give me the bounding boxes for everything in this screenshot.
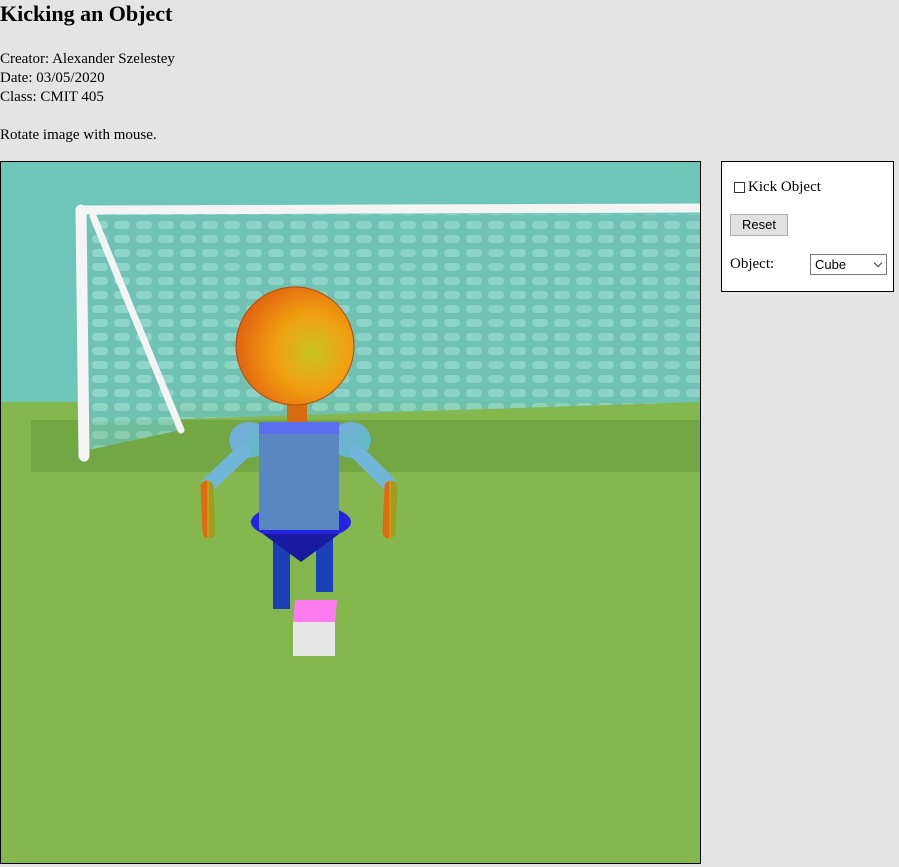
- instruction-text: Rotate image with mouse.: [0, 127, 157, 143]
- kick-object-label[interactable]: Kick Object: [748, 179, 821, 196]
- chevron-down-icon: [873, 258, 883, 268]
- robot-torso: [259, 422, 339, 530]
- object-label: Object:: [730, 256, 775, 272]
- date-text: Date: 03/05/2020: [0, 70, 105, 86]
- page-title: Kicking an Object: [0, 1, 173, 26]
- creator-text: Creator: Alexander Szelestey: [0, 51, 175, 67]
- class-text: Class: CMIT 405: [0, 89, 104, 105]
- object-select-value: Cube: [815, 257, 847, 272]
- kick-object-checkbox[interactable]: [734, 182, 745, 193]
- reset-button[interactable]: Reset: [730, 214, 788, 236]
- scene-render[interactable]: [1, 162, 700, 863]
- kick-object-control[interactable]: Kick Object: [734, 179, 821, 196]
- controls-panel: Kick Object Reset Object: Cube: [721, 161, 894, 292]
- 3d-scene-canvas[interactable]: [0, 161, 701, 864]
- kick-object-cube: [293, 600, 337, 656]
- robot-head: [235, 286, 355, 406]
- page-meta: Creator: Alexander Szelestey Date: 03/05…: [0, 50, 175, 107]
- object-select[interactable]: Cube: [810, 254, 887, 275]
